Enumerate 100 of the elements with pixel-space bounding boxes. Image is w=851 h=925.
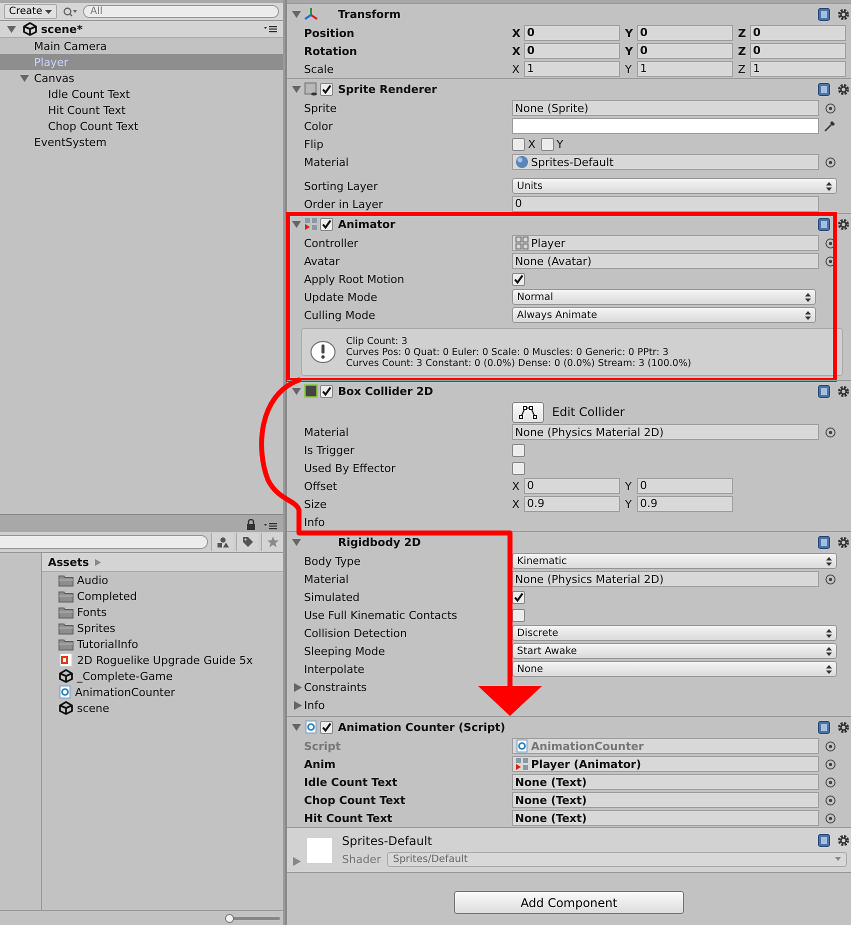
- number-field[interactable]: 0.9: [524, 496, 620, 512]
- number-field[interactable]: 0: [524, 43, 620, 59]
- label-button[interactable]: [236, 533, 258, 551]
- checkbox[interactable]: [320, 720, 333, 734]
- checkbox[interactable]: [320, 384, 333, 398]
- edit-collider-button[interactable]: [512, 402, 544, 422]
- foldout-icon[interactable]: [292, 84, 301, 94]
- dropdown[interactable]: None: [512, 661, 837, 677]
- number-field[interactable]: 0.9: [637, 496, 733, 512]
- favorite-button[interactable]: [261, 533, 283, 551]
- asset-item[interactable]: Audio: [42, 572, 283, 588]
- object-field[interactable]: None (Physics Material 2D): [512, 424, 819, 440]
- dropdown[interactable]: Always Animate: [512, 307, 816, 323]
- star-icon: [266, 536, 278, 548]
- number-field[interactable]: 0: [637, 43, 733, 59]
- checkbox[interactable]: [512, 462, 525, 474]
- size-slider[interactable]: [226, 914, 280, 922]
- foldout-icon[interactable]: [292, 220, 301, 228]
- tree-item[interactable]: Canvas: [0, 70, 283, 86]
- tree-item[interactable]: Idle Count Text: [0, 86, 283, 102]
- tree-item[interactable]: EventSystem: [0, 134, 283, 150]
- color-field[interactable]: [512, 118, 819, 134]
- foldout-icon[interactable]: [294, 700, 302, 710]
- search-field[interactable]: All: [83, 5, 279, 18]
- number-field[interactable]: 0: [637, 25, 733, 41]
- checkbox[interactable]: [512, 444, 525, 456]
- checkbox[interactable]: [512, 590, 525, 604]
- object-field[interactable]: None (Text): [512, 774, 819, 790]
- foldout-icon[interactable]: [292, 386, 301, 396]
- dropdown[interactable]: Kinematic: [512, 553, 837, 569]
- menu-icon[interactable]: [264, 25, 277, 33]
- shader-dropdown[interactable]: Sprites/Default: [386, 852, 847, 866]
- material-preview: [307, 838, 332, 862]
- component-title: Animation Counter (Script): [338, 720, 506, 734]
- eyedropper-icon[interactable]: [823, 119, 837, 133]
- dropdown[interactable]: Units: [512, 178, 837, 194]
- add-component-button[interactable]: Add Component: [454, 891, 684, 914]
- help-icon: [818, 82, 830, 96]
- object-field[interactable]: Sprites-Default: [512, 154, 819, 170]
- foldout-icon[interactable]: [294, 682, 302, 692]
- foldout-icon[interactable]: [292, 722, 301, 732]
- checkbox[interactable]: [320, 218, 333, 230]
- number-field[interactable]: 0: [637, 478, 733, 494]
- checkbox-label: Y: [556, 138, 564, 150]
- number-field[interactable]: 0: [524, 478, 620, 494]
- tree-item[interactable]: Hit Count Text: [0, 102, 283, 118]
- grid-icon: [515, 757, 529, 771]
- asset-item[interactable]: Sprites: [42, 620, 283, 636]
- create-button[interactable]: Create: [4, 4, 58, 19]
- asset-item[interactable]: 2D Roguelike Upgrade Guide 5x: [42, 652, 283, 668]
- object-field[interactable]: None (Text): [512, 810, 819, 826]
- asset-item[interactable]: AnimationCounter: [42, 684, 283, 700]
- number-field[interactable]: 0: [750, 25, 846, 41]
- asset-item[interactable]: TutorialInfo: [42, 636, 283, 652]
- breadcrumb[interactable]: Assets: [48, 556, 89, 568]
- filter-button[interactable]: [211, 533, 233, 551]
- number-field[interactable]: 0: [750, 43, 846, 59]
- foldout-icon[interactable]: [7, 24, 16, 34]
- object-field[interactable]: Player: [512, 235, 819, 251]
- text-field[interactable]: 0: [512, 196, 819, 212]
- picker-icon: [825, 156, 836, 168]
- asset-item[interactable]: Fonts: [42, 604, 283, 620]
- cube-icon: [22, 22, 38, 36]
- foldout-icon[interactable]: [292, 10, 301, 18]
- asset-item[interactable]: scene: [42, 700, 283, 716]
- property-label: Scale: [304, 62, 335, 76]
- number-field[interactable]: 1: [637, 61, 733, 77]
- image-icon: [304, 82, 318, 96]
- object-field[interactable]: None (Text): [512, 792, 819, 808]
- search-field[interactable]: [0, 535, 208, 549]
- number-field[interactable]: 1: [524, 61, 620, 77]
- asset-item[interactable]: _Complete-Game: [42, 668, 283, 684]
- foldout-icon[interactable]: [293, 857, 301, 866]
- picker-icon: [825, 740, 836, 752]
- checkbox[interactable]: [512, 608, 525, 622]
- foldout-icon[interactable]: [292, 538, 301, 546]
- menu-icon[interactable]: [264, 522, 277, 530]
- caret-icon: [45, 10, 52, 14]
- lock-icon[interactable]: [246, 519, 256, 530]
- number-field[interactable]: 0: [524, 25, 620, 41]
- object-field[interactable]: Player (Animator): [512, 756, 819, 772]
- checkbox[interactable]: [512, 272, 525, 286]
- picker-icon: [825, 776, 836, 788]
- checkbox[interactable]: [540, 138, 554, 150]
- number-field[interactable]: 1: [750, 61, 846, 77]
- scene-header[interactable]: scene*: [0, 21, 283, 38]
- object-field[interactable]: None (Physics Material 2D): [512, 571, 819, 587]
- checkbox[interactable]: [320, 82, 333, 96]
- tree-item[interactable]: Chop Count Text: [0, 118, 283, 134]
- chevron-icon: [94, 558, 101, 566]
- checkbox[interactable]: [512, 138, 525, 150]
- asset-item[interactable]: Completed: [42, 588, 283, 604]
- dropdown[interactable]: Discrete: [512, 625, 837, 641]
- dropdown[interactable]: Normal: [512, 289, 816, 305]
- property-label: Sprite: [304, 102, 338, 114]
- foldout-icon[interactable]: [20, 74, 29, 82]
- tree-item[interactable]: Main Camera: [0, 38, 283, 54]
- object-field[interactable]: None (Avatar): [512, 253, 819, 269]
- dropdown[interactable]: Start Awake: [512, 643, 837, 659]
- object-field[interactable]: None (Sprite): [512, 100, 819, 116]
